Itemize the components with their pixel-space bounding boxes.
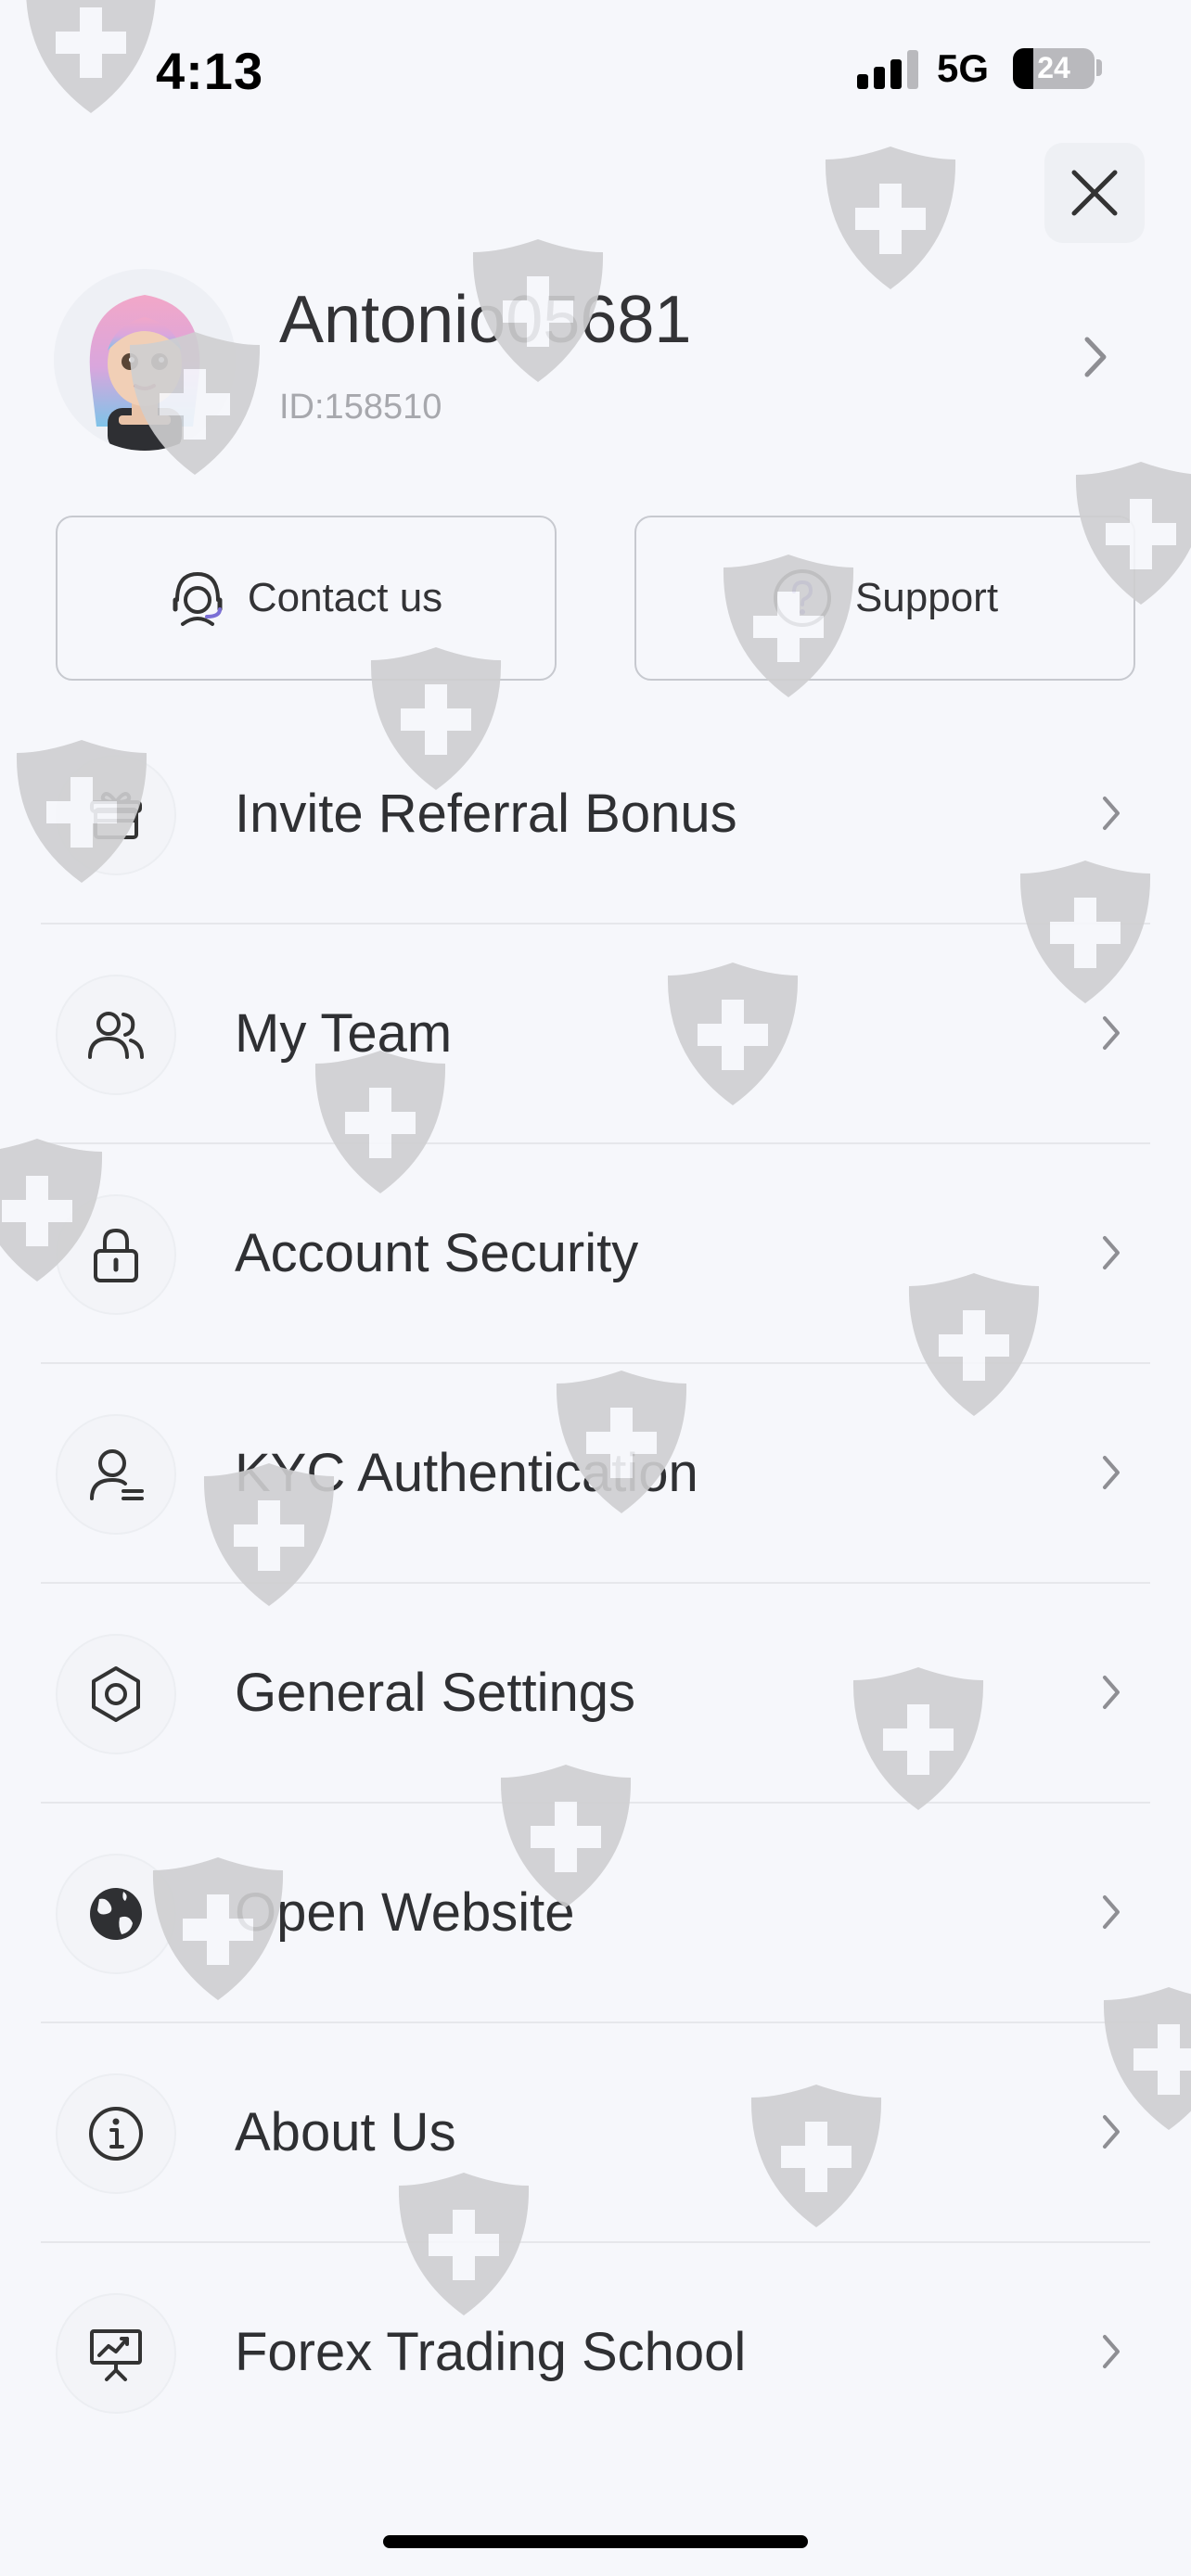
chevron-right-icon [1100, 794, 1122, 837]
team-icon [88, 1012, 144, 1059]
menu-item-label: Forex Trading School [235, 2322, 747, 2382]
menu-item-my-team[interactable]: My Team [0, 925, 1191, 1144]
user-id: ID:158510 [279, 388, 442, 427]
close-button[interactable] [1044, 143, 1145, 243]
chevron-right-icon [1100, 2112, 1122, 2156]
presentation-chart-icon [90, 2329, 142, 2381]
menu-item-kyc-authentication[interactable]: KYC Authentication [0, 1364, 1191, 1584]
cellular-signal-icon [855, 48, 920, 89]
menu-item-forex-trading-school[interactable]: Forex Trading School [0, 2243, 1191, 2463]
support-button[interactable]: Support [634, 516, 1135, 681]
menu-item-general-settings[interactable]: General Settings [0, 1584, 1191, 1804]
menu-item-account-security[interactable]: Account Security [0, 1144, 1191, 1364]
home-indicator[interactable] [383, 2535, 808, 2548]
username: Antonio05681 [279, 283, 692, 357]
help-circle-icon [773, 569, 831, 627]
close-icon [1071, 170, 1118, 216]
contact-us-button[interactable]: Contact us [56, 516, 557, 681]
menu-item-label: Account Security [235, 1223, 639, 1283]
chevron-right-icon [1100, 2332, 1122, 2376]
status-time: 4:13 [156, 42, 264, 100]
chevron-right-icon [1100, 1453, 1122, 1497]
chevron-right-icon [1100, 1673, 1122, 1716]
menu-item-about-us[interactable]: About Us [0, 2023, 1191, 2243]
headset-icon [173, 571, 223, 626]
battery-level: 24 [1037, 51, 1070, 84]
profile-row[interactable]: Antonio05681 ID:158510 [54, 269, 1148, 464]
menu-item-label: Open Website [235, 1882, 575, 1943]
battery-icon: 24 [1013, 48, 1095, 89]
info-icon [89, 2107, 143, 2161]
support-label: Support [854, 575, 999, 620]
profile-menu-screen: 4:13 5G 24 Antonio05681 ID:158510 Contac… [0, 0, 1191, 2576]
chevron-right-icon [1100, 1014, 1122, 1057]
menu-item-label: General Settings [235, 1663, 636, 1723]
settings-menu: Invite Referral Bonus My Team Account Se… [0, 705, 1191, 2463]
menu-item-label: Invite Referral Bonus [235, 784, 737, 844]
settings-hexagon-icon [92, 1666, 140, 1722]
menu-item-label: My Team [235, 1003, 453, 1064]
battery-nub [1096, 59, 1102, 76]
network-type: 5G [937, 46, 990, 90]
contact-us-label: Contact us [247, 575, 443, 620]
menu-item-open-website[interactable]: Open Website [0, 1804, 1191, 2023]
status-bar: 4:13 5G 24 [0, 0, 1191, 139]
menu-item-label: About Us [235, 2102, 456, 2162]
menu-item-label: KYC Authentication [235, 1443, 698, 1503]
chevron-right-icon [1100, 1893, 1122, 1936]
gift-icon [90, 792, 142, 839]
user-verify-icon [90, 1449, 144, 1500]
globe-icon [90, 1888, 142, 1940]
lock-icon [94, 1228, 138, 1282]
chevron-right-icon [1100, 1233, 1122, 1277]
avatar [54, 269, 236, 451]
chevron-right-icon [1082, 334, 1109, 385]
menu-item-invite-referral-bonus[interactable]: Invite Referral Bonus [0, 705, 1191, 925]
